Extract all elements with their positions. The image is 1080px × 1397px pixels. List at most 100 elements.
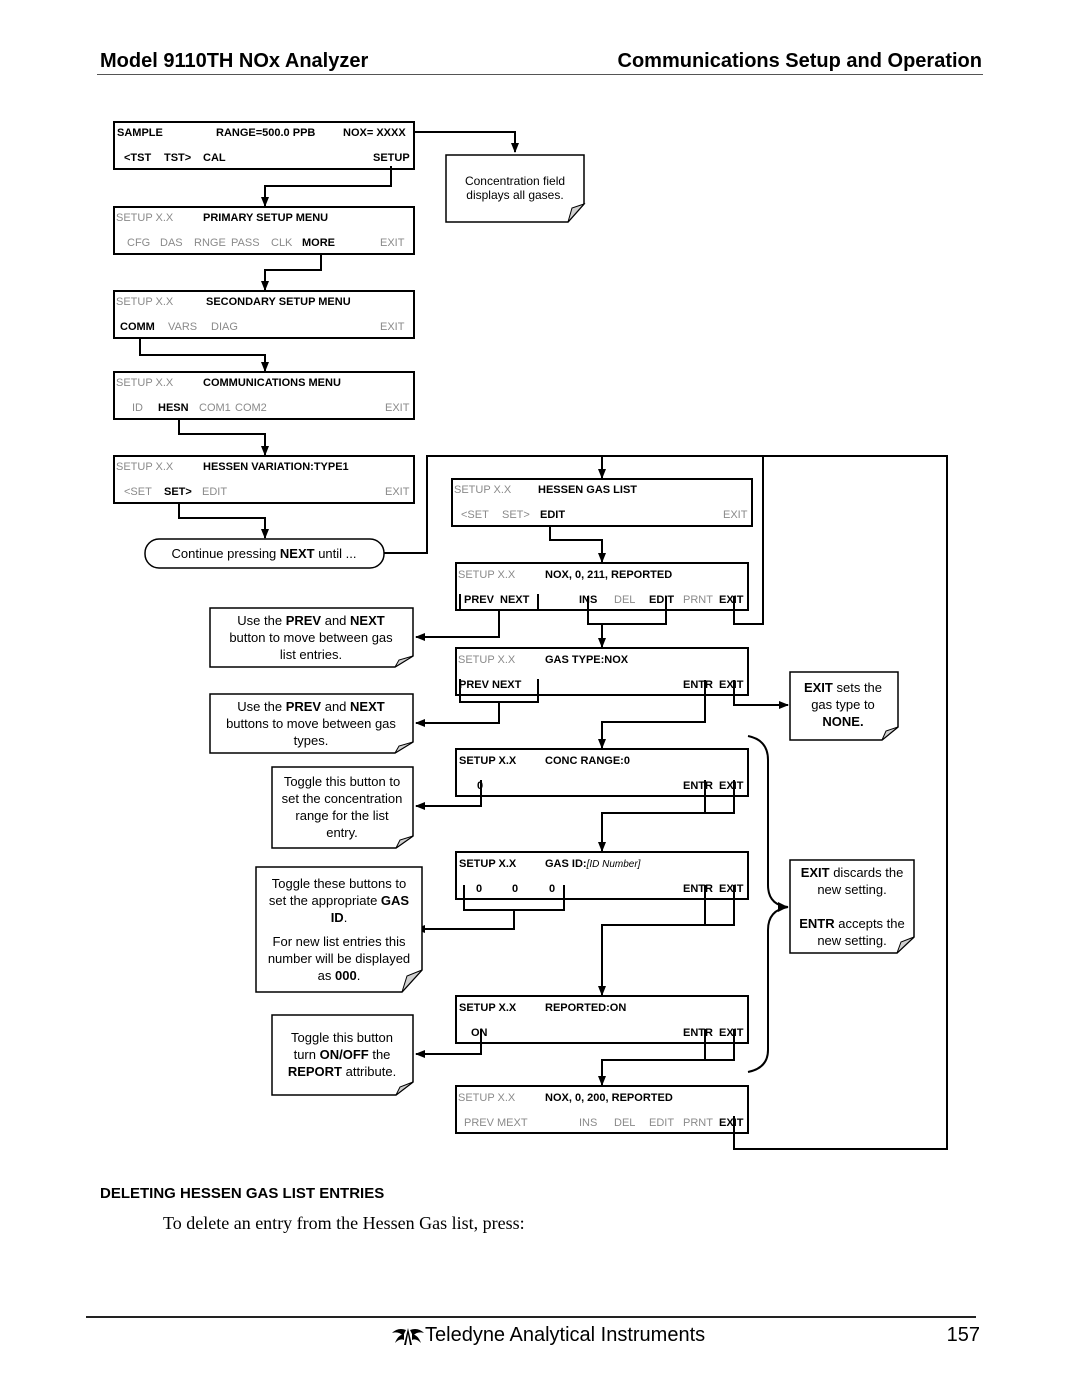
screen-label: SETUP X.X	[116, 296, 174, 308]
nox-readout: NOX= XXXX	[343, 127, 406, 139]
entr-button[interactable]: ENTR	[683, 1027, 713, 1039]
set-next-button[interactable]: SET>	[502, 509, 530, 521]
exit-button[interactable]: EXIT	[719, 883, 744, 895]
digit-1-button[interactable]: 0	[476, 883, 482, 895]
exit-button[interactable]: EXIT	[719, 1117, 744, 1129]
prev-next-buttons[interactable]: PREV NEXT	[459, 679, 522, 691]
prnt-button[interactable]: PRNT	[683, 1117, 713, 1129]
note-line: turn ON/OFF the	[294, 1047, 391, 1062]
screen-title: CONC RANGE:0	[545, 755, 630, 767]
note-line: ENTR accepts the	[799, 916, 905, 931]
tst-next-button[interactable]: TST>	[164, 152, 191, 164]
screen-title: PRIMARY SETUP MENU	[203, 212, 328, 224]
prnt-button[interactable]: PRNT	[683, 594, 713, 606]
exit-button[interactable]: EXIT	[385, 402, 410, 414]
edit-button[interactable]: EDIT	[540, 509, 565, 521]
note-line: range for the list	[295, 808, 389, 823]
screen-label: SETUP X.X	[459, 755, 517, 767]
footer-company-name: Teledyne Analytical Instruments	[425, 1324, 706, 1346]
edit-button[interactable]: EDIT	[649, 1117, 674, 1129]
exit-button[interactable]: EXIT	[385, 486, 410, 498]
note-line: EXIT discards the	[801, 865, 904, 880]
arrow-setup-to-primary	[261, 166, 392, 207]
screen-title: HESSEN VARIATION:TYPE1	[203, 461, 349, 473]
comm-button[interactable]: COMM	[120, 321, 155, 333]
entr-button[interactable]: ENTR	[683, 883, 713, 895]
set-prev-button[interactable]: <SET	[461, 509, 489, 521]
entr-button[interactable]: ENTR	[683, 780, 713, 792]
set-prev-button[interactable]: <SET	[124, 486, 152, 498]
com2-button[interactable]: COM2	[235, 402, 267, 414]
screen-gas-entry-2: SETUP X.X NOX, 0, 200, REPORTED PREV MEX…	[455, 1085, 749, 1134]
teledyne-logo-icon	[392, 1328, 424, 1345]
note-prev-next-types: Use the PREV and NEXT buttons to move be…	[209, 693, 414, 754]
com1-button[interactable]: COM1	[199, 402, 231, 414]
note-toggle-range: Toggle this button to set the concentrat…	[271, 766, 414, 849]
note-concentration-field: Concentration field displays all gases.	[445, 154, 586, 223]
note-line: set the appropriate GAS	[269, 893, 410, 908]
exit-button[interactable]: EXIT	[719, 679, 744, 691]
screen-label: SETUP X.X	[458, 654, 516, 666]
arrow-conc-to-gasid	[602, 793, 735, 851]
on-toggle-button[interactable]: ON	[471, 1027, 488, 1039]
more-button[interactable]: MORE	[302, 237, 335, 249]
diag-button[interactable]: DIAG	[211, 321, 238, 333]
del-button[interactable]: DEL	[614, 1117, 635, 1129]
exit-button[interactable]: EXIT	[719, 594, 744, 606]
screen-title: GAS ID:[ID Number]	[545, 858, 641, 870]
screen-label: SETUP X.X	[458, 569, 516, 581]
screen-label: SETUP X.X	[116, 377, 174, 389]
arrow-edit-to-entry	[549, 522, 606, 563]
cfg-button[interactable]: CFG	[127, 237, 150, 249]
note-line: Use the PREV and NEXT	[237, 699, 384, 714]
page-number: 157	[946, 1324, 980, 1346]
rnge-button[interactable]: RNGE	[194, 237, 226, 249]
note-line: displays all gases.	[466, 188, 563, 202]
das-button[interactable]: DAS	[160, 237, 183, 249]
id-button[interactable]: ID	[132, 402, 143, 414]
set-next-button[interactable]: SET>	[164, 486, 192, 498]
next-button[interactable]: NEXT	[500, 594, 530, 606]
screen-title: GAS TYPE:NOX	[545, 654, 629, 666]
exit-button[interactable]: EXIT	[719, 780, 744, 792]
vars-button[interactable]: VARS	[168, 321, 197, 333]
exit-button[interactable]: EXIT	[723, 509, 748, 521]
note-line: For new list entries this	[273, 934, 406, 949]
clk-button[interactable]: CLK	[271, 237, 293, 249]
exit-button[interactable]: EXIT	[380, 237, 405, 249]
screen-label: SETUP X.X	[116, 212, 174, 224]
exit-button[interactable]: EXIT	[719, 1027, 744, 1039]
screen-label: SETUP X.X	[116, 461, 174, 473]
screen-title: REPORTED:ON	[545, 1002, 626, 1014]
arrow-hesn-to-variation	[178, 414, 269, 456]
prev-next-buttons[interactable]: PREV MEXT	[464, 1117, 528, 1129]
note-text: Continue pressing NEXT until ...	[172, 546, 357, 561]
arrow-gastype-entr-conc	[598, 692, 706, 749]
note-line: new setting.	[817, 882, 886, 897]
note-line: Toggle this button to	[284, 774, 400, 789]
hesn-button[interactable]: HESN	[158, 402, 189, 414]
cal-button[interactable]: CAL	[203, 152, 226, 164]
arrow-reported-to-entry2	[602, 1041, 735, 1085]
digit-3-button[interactable]: 0	[549, 883, 555, 895]
screen-label: SETUP X.X	[454, 484, 512, 496]
pass-button[interactable]: PASS	[231, 237, 260, 249]
digit-2-button[interactable]: 0	[512, 883, 518, 895]
note-line: entry.	[326, 825, 358, 840]
del-button[interactable]: DEL	[614, 594, 635, 606]
screen-hessen-variation: SETUP X.X HESSEN VARIATION:TYPE1 <SET SE…	[113, 455, 415, 504]
edit-button[interactable]: EDIT	[649, 594, 674, 606]
exit-button[interactable]: EXIT	[380, 321, 405, 333]
flowchart-diagram: SAMPLE RANGE=500.0 PPB NOX= XXXX <TST TS…	[113, 121, 948, 1150]
entr-button[interactable]: ENTR	[683, 679, 713, 691]
prev-button[interactable]: PREV	[464, 594, 495, 606]
screen-hessen-gas-list: SETUP X.X HESSEN GAS LIST <SET SET> EDIT…	[451, 478, 753, 527]
note-line: NONE.	[822, 714, 863, 729]
edit-button[interactable]: EDIT	[202, 486, 227, 498]
setup-button[interactable]: SETUP	[373, 152, 410, 164]
ins-button[interactable]: INS	[579, 1117, 597, 1129]
note-line: Toggle these buttons to	[272, 876, 406, 891]
note-line: EXIT sets the	[804, 680, 882, 695]
arrow-prev-next-note1	[415, 610, 500, 641]
tst-prev-button[interactable]: <TST	[124, 152, 151, 164]
